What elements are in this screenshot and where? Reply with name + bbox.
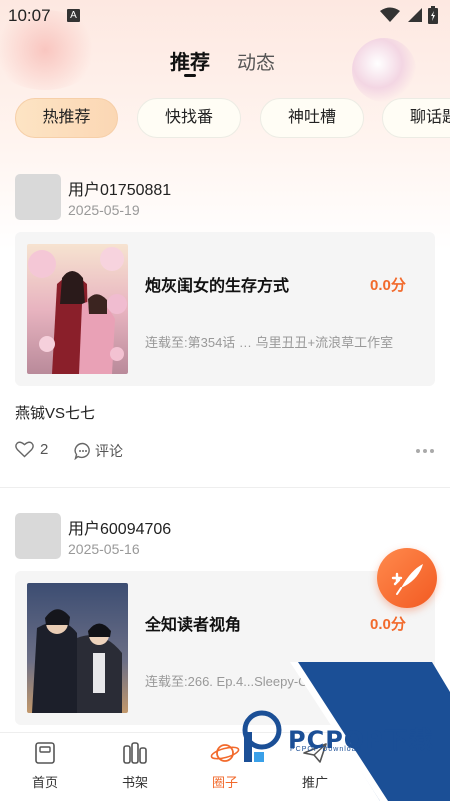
post-date: 2025-05-16 [68, 541, 140, 557]
nav-bookshelf[interactable]: 书架 [100, 741, 170, 791]
signal-icon [408, 8, 422, 22]
comic-cover [27, 583, 128, 713]
heart-icon [15, 441, 34, 458]
wifi-icon [380, 7, 400, 22]
comic-title: 全知读者视角 [145, 617, 242, 634]
top-tabs: 推荐 动态 [0, 42, 450, 82]
nav-home-label: 首页 [31, 775, 58, 790]
comic-card[interactable]: 炮灰闺女的生存方式 0.0分 连载至:第354话 … 乌里丑丑+流浪草工作室 [15, 232, 435, 386]
watermark-subtext: PCPOP Download [290, 746, 362, 753]
nav-bookshelf-label: 书架 [121, 775, 148, 790]
comment-icon [74, 442, 90, 460]
tab-dynamic[interactable]: 动态 [237, 48, 275, 75]
category-chips: 热推荐 快找番 神吐槽 聊话题 [15, 98, 450, 140]
battery-icon [428, 6, 438, 24]
nav-home[interactable]: 首页 [10, 741, 80, 791]
status-icons [380, 6, 438, 24]
post-text: 燕铖VS七七 [15, 405, 96, 422]
create-post-button[interactable] [377, 548, 437, 608]
post-actions: 2 评论 [15, 441, 435, 463]
home-icon [35, 742, 55, 764]
comic-meta: 连载至:第354话 … 乌里丑丑+流浪草工作室 [145, 335, 394, 350]
comic-cover [27, 244, 128, 374]
comment-label: 评论 [95, 443, 123, 459]
comment-button[interactable]: 评论 [74, 441, 123, 461]
chip-roast[interactable]: 神吐槽 [260, 98, 364, 138]
post-card[interactable]: 用户01750881 2025-05-19 炮灰闺女的生存方式 0.0分 连载至… [0, 172, 450, 462]
comic-score: 0.0分 [370, 277, 406, 294]
post-divider [0, 487, 450, 488]
comic-title: 炮灰闺女的生存方式 [145, 278, 290, 295]
notification-icon: A [67, 9, 80, 22]
bookshelf-icon [123, 742, 147, 764]
status-bar: 10:07 A [0, 0, 450, 32]
planet-icon [210, 744, 240, 762]
chip-find-anime[interactable]: 快找番 [137, 98, 241, 138]
chip-hot-recommend[interactable]: 热推荐 [15, 98, 118, 138]
like-count: 2 [40, 441, 49, 458]
more-icon[interactable] [415, 448, 435, 454]
tab-recommend[interactable]: 推荐 [170, 46, 210, 75]
chip-topics[interactable]: 聊话题 [382, 98, 450, 138]
post-date: 2025-05-19 [68, 202, 140, 218]
username[interactable]: 用户60094706 [68, 515, 171, 539]
avatar[interactable] [15, 513, 61, 559]
active-tab-indicator [184, 74, 196, 77]
avatar[interactable] [15, 174, 61, 220]
status-time: 10:07 [8, 6, 51, 25]
like-button[interactable]: 2 [15, 441, 48, 458]
quill-icon [391, 564, 423, 595]
comic-score: 0.0分 [370, 616, 406, 633]
username[interactable]: 用户01750881 [68, 176, 171, 200]
